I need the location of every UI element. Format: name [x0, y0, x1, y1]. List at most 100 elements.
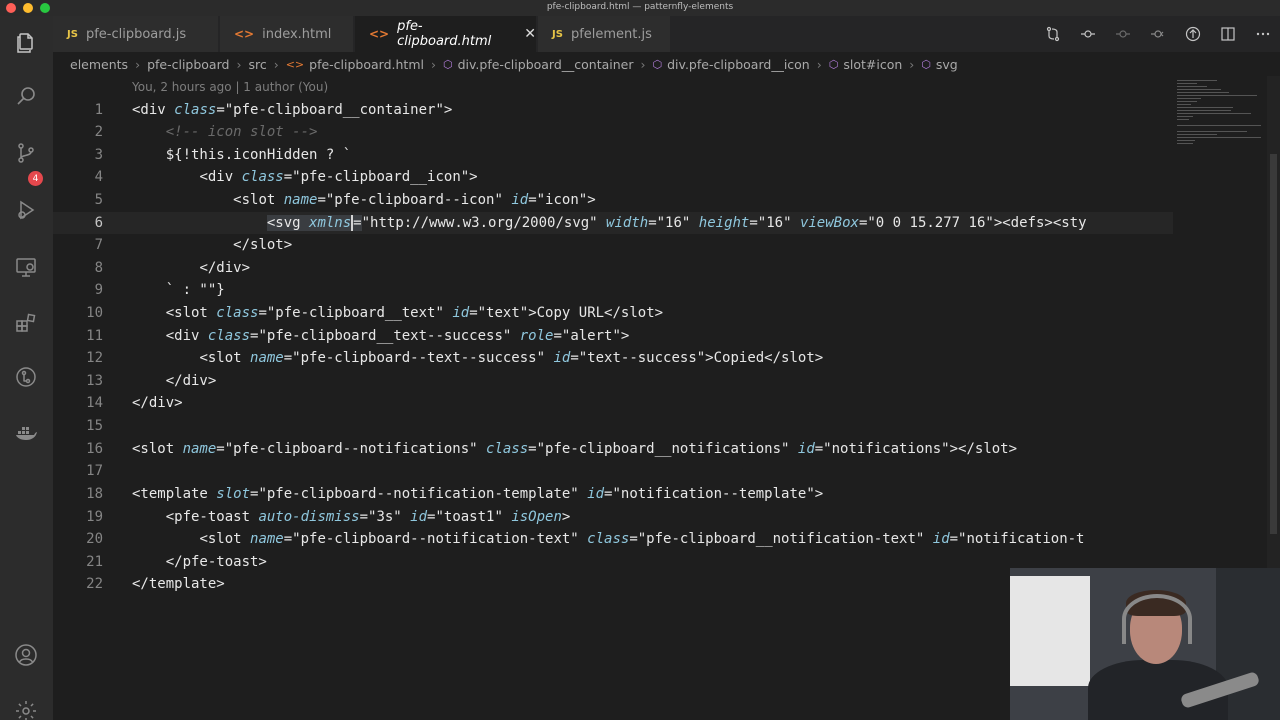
code-line[interactable]: 4 <div class="pfe-clipboard__icon">	[53, 166, 1173, 188]
tab-index-html[interactable]: <> index.html	[220, 16, 353, 52]
account-icon[interactable]	[13, 642, 39, 668]
code-line[interactable]: 19 <pfe-toast auto-dismiss="3s" id="toas…	[53, 506, 1173, 528]
close-tab-icon[interactable]: ✕	[524, 26, 536, 42]
settings-gear-icon[interactable]	[13, 698, 39, 720]
code-line[interactable]: 17	[53, 460, 1173, 482]
code-line[interactable]: 10 <slot class="pfe-clipboard__text" id=…	[53, 302, 1173, 324]
line-number: 14	[86, 395, 103, 411]
breadcrumb-item[interactable]: src	[248, 57, 266, 72]
line-number: 15	[86, 418, 103, 434]
activity-bar: 4	[0, 16, 53, 720]
editor-tab-strip: JS pfe-clipboard.js <> index.html <> pfe…	[53, 16, 1280, 52]
element-symbol-icon: ⬡	[921, 57, 931, 71]
tab-label: pfelement.js	[570, 26, 652, 42]
next-change-icon[interactable]	[1140, 16, 1175, 52]
breadcrumb-file[interactable]: <> pfe-clipboard.html	[286, 57, 424, 72]
code-text: <div class="pfe-clipboard__icon">	[199, 169, 478, 185]
code-line[interactable]: 9 ` : ""}	[53, 279, 1173, 301]
code-text: <slot class="pfe-clipboard__text" id="te…	[165, 305, 664, 321]
code-line[interactable]: 2 <!-- icon slot -->	[53, 121, 1173, 143]
line-number: 8	[94, 260, 103, 276]
source-control-compare-icon[interactable]	[1175, 16, 1210, 52]
webcam-headset	[1122, 594, 1192, 644]
code-line-current[interactable]: 6 <svg xmlns ="http://www.w3.org/2000/svg…	[53, 212, 1173, 234]
line-number: 13	[86, 373, 103, 389]
code-line[interactable]: 18 <template slot="pfe-clipboard--notific…	[53, 483, 1173, 505]
chevron-right-icon: ›	[236, 56, 242, 72]
code-line[interactable]: 1 <div class="pfe-clipboard__container">	[53, 99, 1173, 121]
code-line[interactable]: 7 </slot>	[53, 234, 1173, 256]
code-line[interactable]: 22 </template>	[53, 573, 1173, 595]
git-graph-icon[interactable]	[13, 364, 39, 390]
line-number: 5	[94, 192, 103, 208]
run-debug-icon[interactable]	[13, 197, 39, 223]
html-file-icon: <>	[369, 27, 390, 41]
remote-explorer-icon[interactable]	[13, 254, 39, 280]
tab-pfe-clipboard-js[interactable]: JS pfe-clipboard.js	[53, 16, 218, 52]
element-symbol-icon: ⬡	[442, 57, 453, 71]
code-line[interactable]: 3 ${!this.iconHidden ? `	[53, 144, 1173, 166]
breadcrumb-item[interactable]: pfe-clipboard	[147, 57, 229, 72]
line-number: 10	[86, 305, 103, 321]
tab-pfe-clipboard-html[interactable]: <> pfe-clipboard.html ✕	[355, 16, 536, 52]
breadcrumb: elements › pfe-clipboard › src › <> pfe-c…	[53, 52, 1280, 76]
breadcrumb-file-label: pfe-clipboard.html	[309, 56, 424, 72]
search-icon[interactable]	[13, 83, 39, 109]
previous-change-icon[interactable]	[1105, 16, 1140, 52]
breadcrumb-symbol[interactable]: ⬡ slot#icon	[829, 57, 903, 72]
more-actions-icon[interactable]	[1245, 16, 1280, 52]
breadcrumb-symbol[interactable]: ⬡ svg	[921, 57, 957, 72]
split-editor-icon[interactable]	[1210, 16, 1245, 52]
editor-toolbar	[1035, 16, 1280, 52]
extensions-icon[interactable]	[13, 310, 39, 336]
line-number: 6	[94, 215, 103, 231]
code-line[interactable]: 13 </div>	[53, 370, 1173, 392]
open-changes-icon[interactable]	[1035, 16, 1070, 52]
code-text: <!-- icon slot -->	[165, 124, 318, 140]
code-line[interactable]: 20 <slot name="pfe-clipboard--notificati…	[53, 528, 1173, 550]
breadcrumb-symbol-label: div.pfe-clipboard__icon	[667, 56, 810, 72]
line-number: 2	[94, 124, 103, 140]
source-control-icon[interactable]	[13, 140, 39, 166]
line-number: 21	[86, 554, 103, 570]
line-number: 7	[94, 237, 103, 253]
source-control-badge: 4	[28, 171, 43, 186]
chevron-right-icon: ›	[640, 56, 646, 72]
code-text: <slot name="pfe-clipboard--notification-…	[199, 531, 1085, 547]
code-line[interactable]: 16 <slot name="pfe-clipboard--notificatio…	[53, 438, 1173, 460]
code-line[interactable]: 12 <slot name="pfe-clipboard--text--succ…	[53, 347, 1173, 369]
line-number: 4	[94, 169, 103, 185]
code-line[interactable]: 15	[53, 415, 1173, 437]
docker-icon[interactable]	[13, 420, 39, 446]
code-text: </div>	[132, 395, 183, 411]
code-line[interactable]: 8 </div>	[53, 257, 1173, 279]
code-line[interactable]: 5 <slot name="pfe-clipboard--icon" id="i…	[53, 189, 1173, 211]
chevron-right-icon: ›	[135, 56, 141, 72]
line-number: 9	[94, 282, 103, 298]
code-line[interactable]: 11 <div class="pfe-clipboard__text--succ…	[53, 325, 1173, 347]
tab-label: pfe-clipboard.js	[85, 26, 187, 42]
git-blame-codelens[interactable]: You, 2 hours ago | 1 author (You)	[132, 80, 328, 94]
code-text: <svg xmlns ="http://www.w3.org/2000/svg" …	[266, 215, 1087, 231]
breadcrumb-symbol-label: svg	[935, 56, 958, 72]
git-commit-icon[interactable]	[1070, 16, 1105, 52]
line-number: 1	[94, 102, 103, 118]
code-line[interactable]: 21 </pfe-toast>	[53, 551, 1173, 573]
code-line[interactable]: 14 </div>	[53, 392, 1173, 414]
element-symbol-icon: ⬡	[828, 57, 839, 71]
scrollbar-thumb[interactable]	[1270, 154, 1277, 534]
window-title: pfe-clipboard.html — patternfly-elements	[546, 2, 734, 12]
chevron-right-icon: ›	[816, 56, 822, 72]
breadcrumb-symbol[interactable]: ⬡ div.pfe-clipboard__icon	[653, 57, 810, 72]
line-number: 18	[86, 486, 103, 502]
line-number: 22	[86, 576, 103, 592]
breadcrumb-item[interactable]: elements	[70, 57, 128, 72]
javascript-file-icon: JS	[67, 28, 78, 40]
code-text: </div>	[165, 373, 217, 389]
breadcrumb-symbol[interactable]: ⬡ div.pfe-clipboard__container	[443, 57, 634, 72]
line-number: 17	[86, 463, 103, 479]
code-text: ${!this.iconHidden ? `	[165, 147, 352, 163]
files-icon[interactable]	[13, 30, 39, 56]
tab-pfelement-js[interactable]: JS pfelement.js	[538, 16, 670, 52]
code-text: <template slot="pfe-clipboard--notificat…	[132, 486, 824, 502]
